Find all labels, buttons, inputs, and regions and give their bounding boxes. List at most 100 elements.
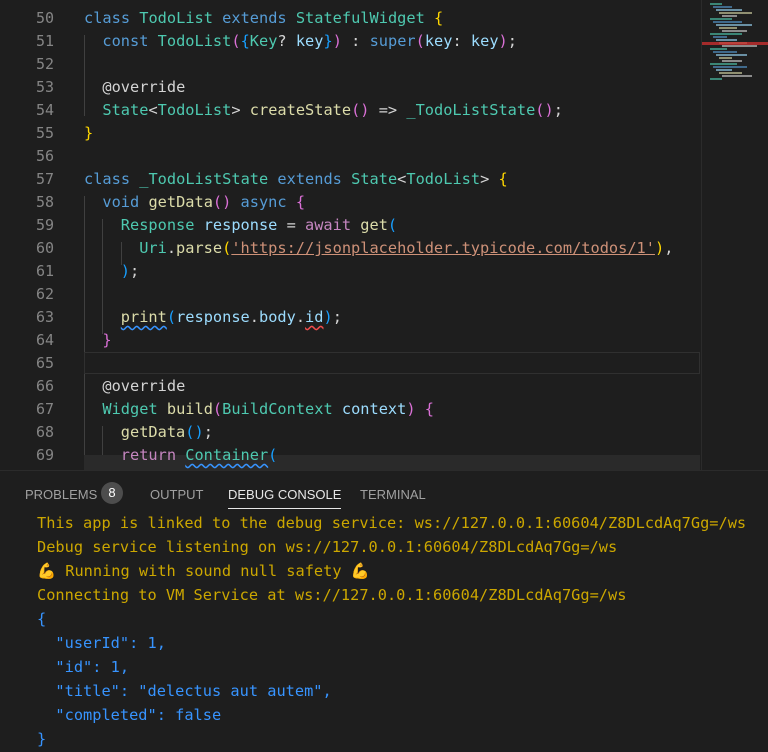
code-token: @override (102, 78, 186, 96)
line-number: 52 (35, 55, 54, 73)
code-token: ) (654, 239, 665, 257)
code-line[interactable]: class TodoList extends StatefulWidget { (84, 7, 443, 30)
code-token: = (277, 216, 306, 234)
line-number: 69 (35, 446, 54, 464)
line-number: 63 (35, 308, 54, 326)
code-line[interactable]: return Container( (121, 444, 278, 467)
minimap-line (710, 3, 722, 5)
minimap-line (713, 36, 727, 38)
tab-terminal[interactable]: TERMINAL (360, 485, 426, 505)
code-token: () (535, 101, 554, 119)
code-token: _TodoListState (406, 101, 536, 119)
code-token: ) (332, 32, 342, 50)
line-number: 54 (35, 101, 54, 119)
code-token: key (470, 32, 499, 50)
line-number: 66 (35, 377, 54, 395)
tab-debug-console[interactable]: DEBUG CONSOLE (228, 485, 342, 509)
code-token: } (84, 124, 94, 142)
code-token: . (295, 308, 306, 326)
code-token: async (231, 193, 296, 211)
code-line[interactable]: Response response = await get( (121, 214, 397, 237)
code-line[interactable]: Widget build(BuildContext context) { (102, 398, 434, 421)
code-token: . (249, 308, 259, 326)
code-token: . (166, 239, 177, 257)
code-token: StatefulWidget (295, 9, 434, 27)
minimap-line (719, 72, 742, 74)
code-token: } (323, 32, 333, 50)
line-number: 67 (35, 400, 54, 418)
console-line: Debug service listening on ws://127.0.0.… (37, 538, 618, 556)
code-token: ) (406, 400, 416, 418)
code-line[interactable]: } (84, 122, 93, 145)
code-token: key (295, 32, 324, 50)
code-line[interactable]: ); (121, 260, 139, 283)
code-editor[interactable]: 50 51 52 53 54 55 56 57 58 59 60 61 62 63 64 65 66 67 68 69… (0, 0, 768, 470)
minimap-line (722, 60, 742, 62)
code-token: const (102, 32, 158, 50)
minimap-line (719, 12, 752, 14)
code-token: , (664, 239, 674, 257)
code-token: => (369, 101, 407, 119)
code-line[interactable]: class _TodoListState extends State<TodoL… (84, 168, 508, 191)
console-line: This app is linked to the debug service:… (37, 514, 747, 532)
code-token: _TodoListState (139, 170, 278, 188)
line-number: 55 (35, 124, 54, 142)
code-line[interactable]: const TodoList({Key? key}) : super(key: … (102, 30, 517, 53)
code-token: ( (268, 446, 278, 464)
minimap-line (710, 33, 742, 35)
code-line[interactable]: Uri.parse('https://jsonplaceholder.typic… (139, 237, 673, 260)
code-line[interactable]: print(response.body.id); (121, 306, 342, 329)
code-token: response (176, 308, 250, 326)
minimap-line (713, 66, 747, 68)
minimap-line (710, 78, 722, 80)
minimap-line (713, 51, 737, 53)
code-token: TodoList (157, 32, 232, 50)
code-token: Uri (139, 239, 167, 257)
code-token: ( (166, 308, 177, 326)
minimap-line (716, 39, 737, 41)
code-token: } (102, 331, 112, 349)
code-line[interactable]: void getData() async { (102, 191, 305, 214)
minimap-line (719, 27, 737, 29)
code-token: { (415, 400, 434, 418)
tab-problems[interactable]: PROBLEMS (25, 485, 97, 505)
line-number: 59 (35, 216, 54, 234)
line-number: 62 (35, 285, 54, 303)
code-token: body (258, 308, 296, 326)
minimap-line (716, 24, 752, 26)
minimap-line (722, 45, 757, 47)
minimap-line (722, 30, 747, 32)
code-token: await (305, 216, 361, 234)
code-line[interactable]: getData(); (121, 421, 213, 444)
code-line[interactable]: State<TodoList> createState() => _TodoLi… (102, 99, 563, 122)
code-line[interactable]: } (102, 329, 111, 352)
code-token: class (84, 9, 140, 27)
minimap-line (722, 15, 737, 17)
code-token: { (295, 193, 306, 211)
code-token: () (212, 193, 232, 211)
code-line[interactable]: @override (102, 76, 185, 99)
code-token: ; (130, 262, 140, 280)
code-token: class (84, 170, 140, 188)
code-token: extends (222, 9, 296, 27)
code-token: ( (212, 400, 223, 418)
minimap[interactable] (701, 0, 768, 470)
console-line: "completed": false (37, 706, 222, 724)
minimap-line (710, 63, 737, 65)
minimap-line (716, 54, 747, 56)
minimap-line (716, 9, 742, 11)
code-line[interactable]: @override (102, 375, 185, 398)
code-token: print (120, 308, 167, 326)
code-token: @override (102, 377, 186, 395)
tab-output[interactable]: OUTPUT (150, 485, 203, 505)
problems-count-badge: 8 (101, 482, 123, 504)
line-number: 61 (35, 262, 54, 280)
minimap-error-marker (702, 42, 768, 45)
code-token: key (424, 32, 453, 50)
code-token: super (369, 32, 416, 50)
code-token: response (203, 216, 278, 234)
bottom-panel: PROBLEMS 8 OUTPUT DEBUG CONSOLE TERMINAL… (0, 470, 768, 752)
code-token: Container (185, 446, 269, 464)
code-token: TodoList (157, 101, 232, 119)
code-token: Widget (102, 400, 167, 418)
